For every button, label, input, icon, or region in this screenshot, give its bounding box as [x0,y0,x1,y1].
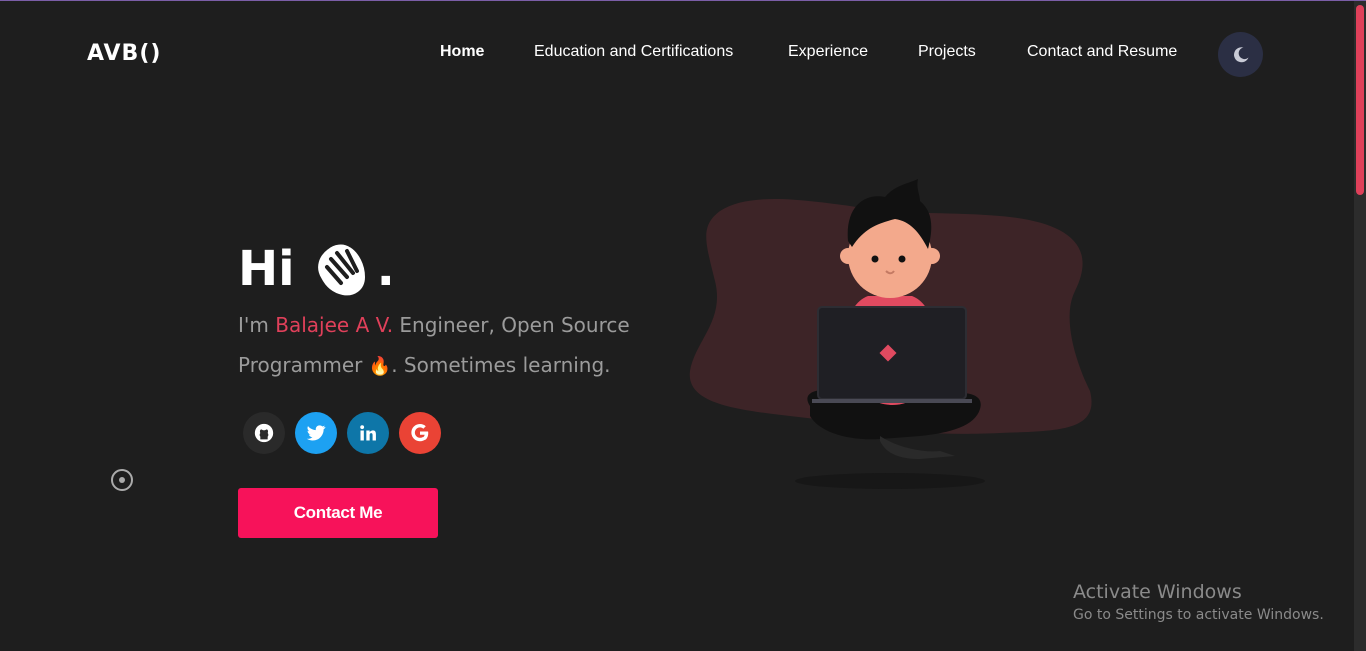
windows-activation-watermark: Activate Windows Go to Settings to activ… [1073,581,1324,623]
moon-icon [1233,46,1248,62]
linkedin-link[interactable] [347,412,389,454]
hero-intro: I'm Balajee A V. Engineer, Open Source P… [238,305,638,387]
linkedin-icon [360,425,376,441]
github-link[interactable] [243,412,285,454]
twitter-link[interactable] [295,412,337,454]
scrollbar-thumb[interactable] [1356,5,1364,195]
fire-icon: 🔥 [368,356,392,377]
watermark-subtitle: Go to Settings to activate Windows. [1073,607,1324,623]
greeting-end: . [376,241,395,297]
cursor-dot [119,477,125,483]
nav-home[interactable]: Home [440,43,484,61]
nav-education[interactable]: Education and Certifications [534,43,733,61]
cursor-ring [111,469,133,491]
waving-hand-icon [309,237,373,301]
intro-prefix: I'm [238,313,276,337]
google-link[interactable] [399,412,441,454]
nav-projects[interactable]: Projects [918,43,976,61]
google-icon [411,424,429,442]
watermark-title: Activate Windows [1073,581,1242,603]
hero-greeting: Hi . [238,237,395,301]
intro-end: . Sometimes learning. [391,353,611,377]
floor-shadow [795,473,985,489]
developer-illustration [689,179,1092,489]
main-nav: Home Education and Certifications Experi… [0,43,1366,67]
author-name: Balajee A V. [275,313,394,337]
github-icon [254,423,274,443]
contact-me-button[interactable]: Contact Me [238,488,438,538]
nav-contact-resume[interactable]: Contact and Resume [1027,43,1177,61]
nav-experience[interactable]: Experience [788,43,868,61]
theme-toggle-button[interactable] [1218,32,1263,77]
social-links [243,412,441,454]
page-scrollbar[interactable] [1354,1,1366,651]
greeting-text: Hi [238,241,295,297]
twitter-icon [306,425,326,441]
